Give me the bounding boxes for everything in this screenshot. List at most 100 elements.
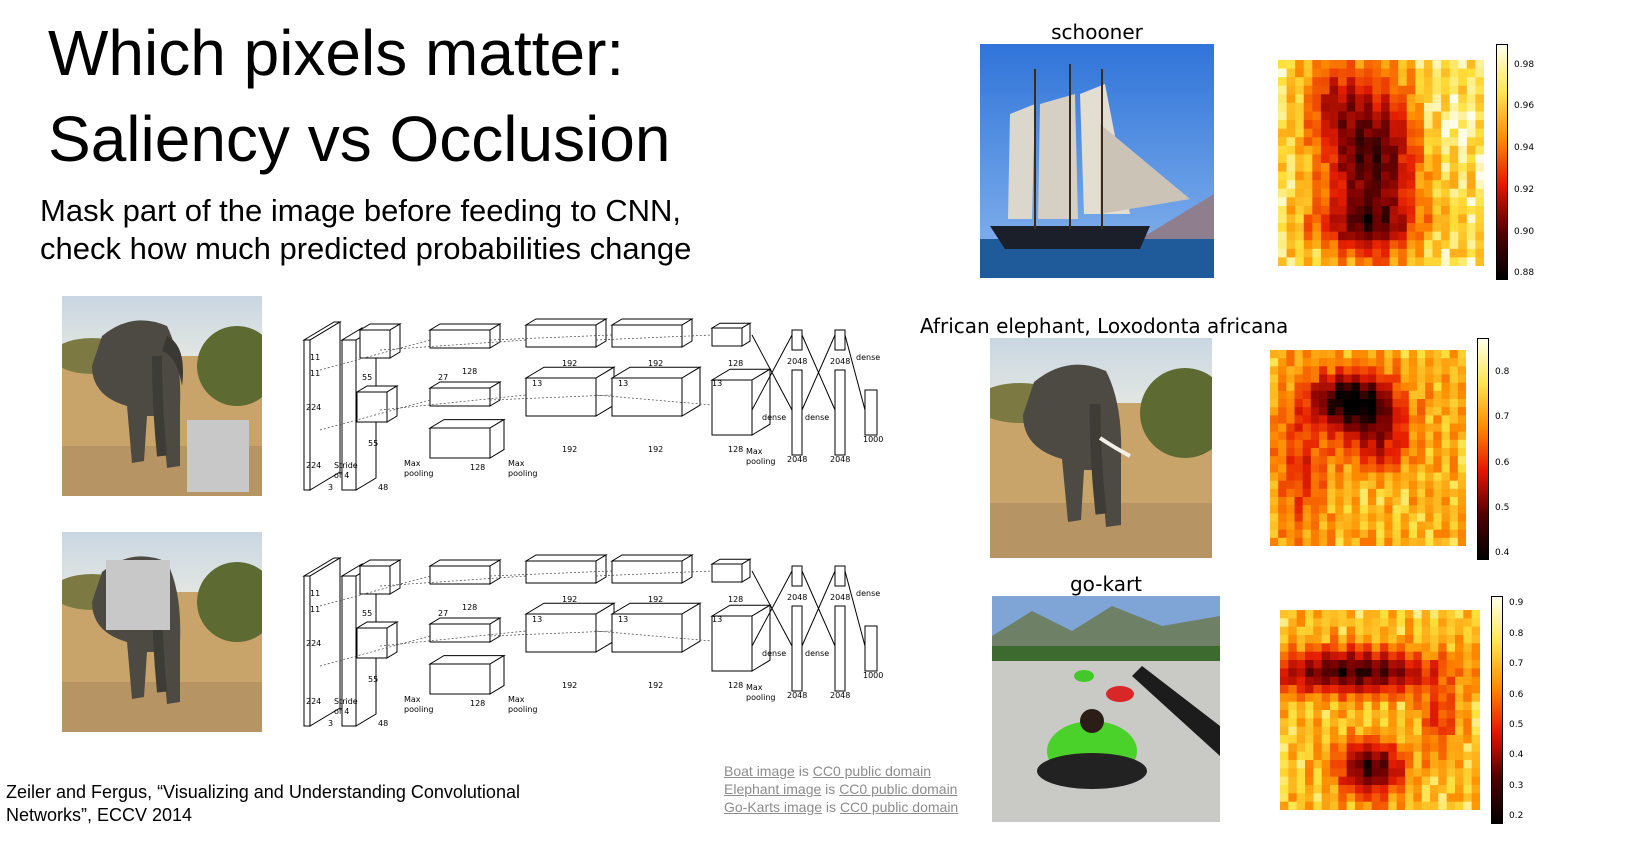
heatmap-cell [1359, 399, 1369, 408]
heatmap-cell [1441, 439, 1451, 449]
heatmap-cell [1441, 448, 1451, 457]
heatmap-cell [1433, 431, 1442, 441]
heatmap-cell [1384, 497, 1393, 506]
heatmap-cell [1270, 529, 1279, 539]
heatmap-cell [1405, 643, 1414, 653]
heatmap-cell [1346, 197, 1356, 207]
heatmap-cell [1286, 464, 1295, 473]
heatmap-cell [1305, 743, 1314, 753]
heatmap-cell [1388, 635, 1398, 644]
heatmap-cell [1338, 240, 1348, 250]
heatmap-cell [1466, 223, 1476, 233]
heatmap-cell [1381, 231, 1391, 241]
heatmap-cell [1335, 505, 1344, 514]
heatmap-cell [1338, 94, 1348, 104]
heatmap-cell [1455, 726, 1464, 736]
heatmap-cell [1363, 701, 1373, 711]
heatmap-cell [1363, 693, 1373, 703]
heatmap-cell [1278, 231, 1288, 241]
heatmap-cell [1294, 423, 1304, 433]
heatmap-cell [1433, 382, 1442, 392]
credit-link-boat[interactable]: Boat image [724, 763, 795, 779]
heatmap-cell [1313, 768, 1323, 778]
heatmap-cell [1405, 751, 1414, 761]
heatmap-cell [1330, 660, 1339, 669]
colorbar-tick: 0.96 [1514, 101, 1535, 111]
heatmap-cell [1433, 415, 1442, 424]
dense-layer [791, 329, 803, 351]
license-link[interactable]: CC0 public domain [813, 763, 931, 779]
heatmap-cell [1425, 472, 1434, 482]
dense-layer [834, 565, 846, 587]
heatmap-cell [1380, 660, 1389, 669]
heatmap-cell [1296, 676, 1306, 686]
heatmap-cell [1278, 120, 1288, 130]
heatmap-cell [1463, 718, 1473, 728]
heatmap-cell [1463, 676, 1473, 686]
heatmap-cell [1343, 439, 1353, 449]
heatmap-cell [1343, 390, 1353, 400]
heatmap-cell [1346, 77, 1356, 87]
heatmap-cell [1303, 197, 1313, 207]
heatmap-cell [1455, 768, 1464, 778]
heatmap-cell [1463, 726, 1473, 736]
license-link[interactable]: CC0 public domain [839, 781, 957, 797]
cnn-dimension-label: 2048 [830, 691, 850, 700]
heatmap-cell [1380, 801, 1389, 810]
heatmap-cell [1413, 726, 1423, 736]
heatmap-cell [1423, 223, 1433, 233]
cnn-dimension-label: pooling [508, 469, 537, 478]
heatmap-cell [1417, 513, 1426, 522]
license-link[interactable]: CC0 public domain [840, 799, 958, 815]
example-label-go-kart: go-kart [1069, 572, 1143, 596]
elephant-image [990, 338, 1212, 558]
heatmap-cell [1413, 618, 1423, 628]
heatmap-cell [1392, 407, 1402, 416]
heatmap-cell [1294, 456, 1304, 465]
heatmap-cell [1294, 415, 1304, 424]
heatmap-cell [1441, 231, 1451, 241]
heatmap-cell [1363, 651, 1373, 661]
heatmap-cell [1346, 68, 1356, 78]
heatmap-cell [1433, 472, 1442, 482]
heatmap-cell [1438, 676, 1448, 686]
heatmap-cell [1457, 513, 1466, 522]
heatmap-cell [1338, 610, 1348, 619]
heatmap-cell [1466, 248, 1476, 258]
heatmap-cell [1338, 651, 1348, 661]
cnn-dimension-label: 2048 [830, 357, 850, 366]
heatmap-cell [1405, 726, 1414, 736]
heatmap-cell [1343, 431, 1353, 441]
heatmap-cell [1405, 768, 1414, 778]
cnn-dimension-label: pooling [404, 469, 433, 478]
credit-link-go-karts[interactable]: Go-Karts image [724, 799, 822, 815]
heatmap-cell [1329, 163, 1339, 173]
heatmap-cell [1302, 464, 1312, 473]
heatmap-cell [1313, 685, 1323, 694]
heatmap-cell [1338, 197, 1348, 207]
heatmap-cell [1346, 111, 1356, 121]
heatmap-cell [1449, 257, 1459, 266]
heatmap-cell [1413, 626, 1423, 636]
heatmap-cell [1413, 710, 1423, 719]
heatmap-cell [1376, 529, 1385, 539]
heatmap-cell [1380, 785, 1389, 794]
heatmap-cell [1446, 718, 1456, 728]
heatmap-cell [1288, 735, 1298, 744]
heatmap-cell [1400, 350, 1410, 359]
heatmap-cell [1302, 423, 1312, 433]
heatmap-cell [1329, 171, 1339, 181]
heatmap-cell [1294, 407, 1304, 416]
heatmap-cell [1280, 651, 1289, 661]
occlusion-patch [187, 420, 249, 492]
heatmap-cell [1449, 472, 1459, 482]
heatmap-cell [1463, 776, 1473, 786]
credit-link-elephant[interactable]: Elephant image [724, 781, 821, 797]
heatmap-cell [1346, 743, 1356, 753]
heatmap-cell [1313, 635, 1323, 644]
heatmap-cell [1413, 760, 1423, 769]
heatmap-cell [1280, 760, 1289, 769]
heatmap-cell [1351, 505, 1361, 514]
heatmap-cell [1305, 668, 1314, 678]
heatmap-cell [1376, 497, 1385, 506]
